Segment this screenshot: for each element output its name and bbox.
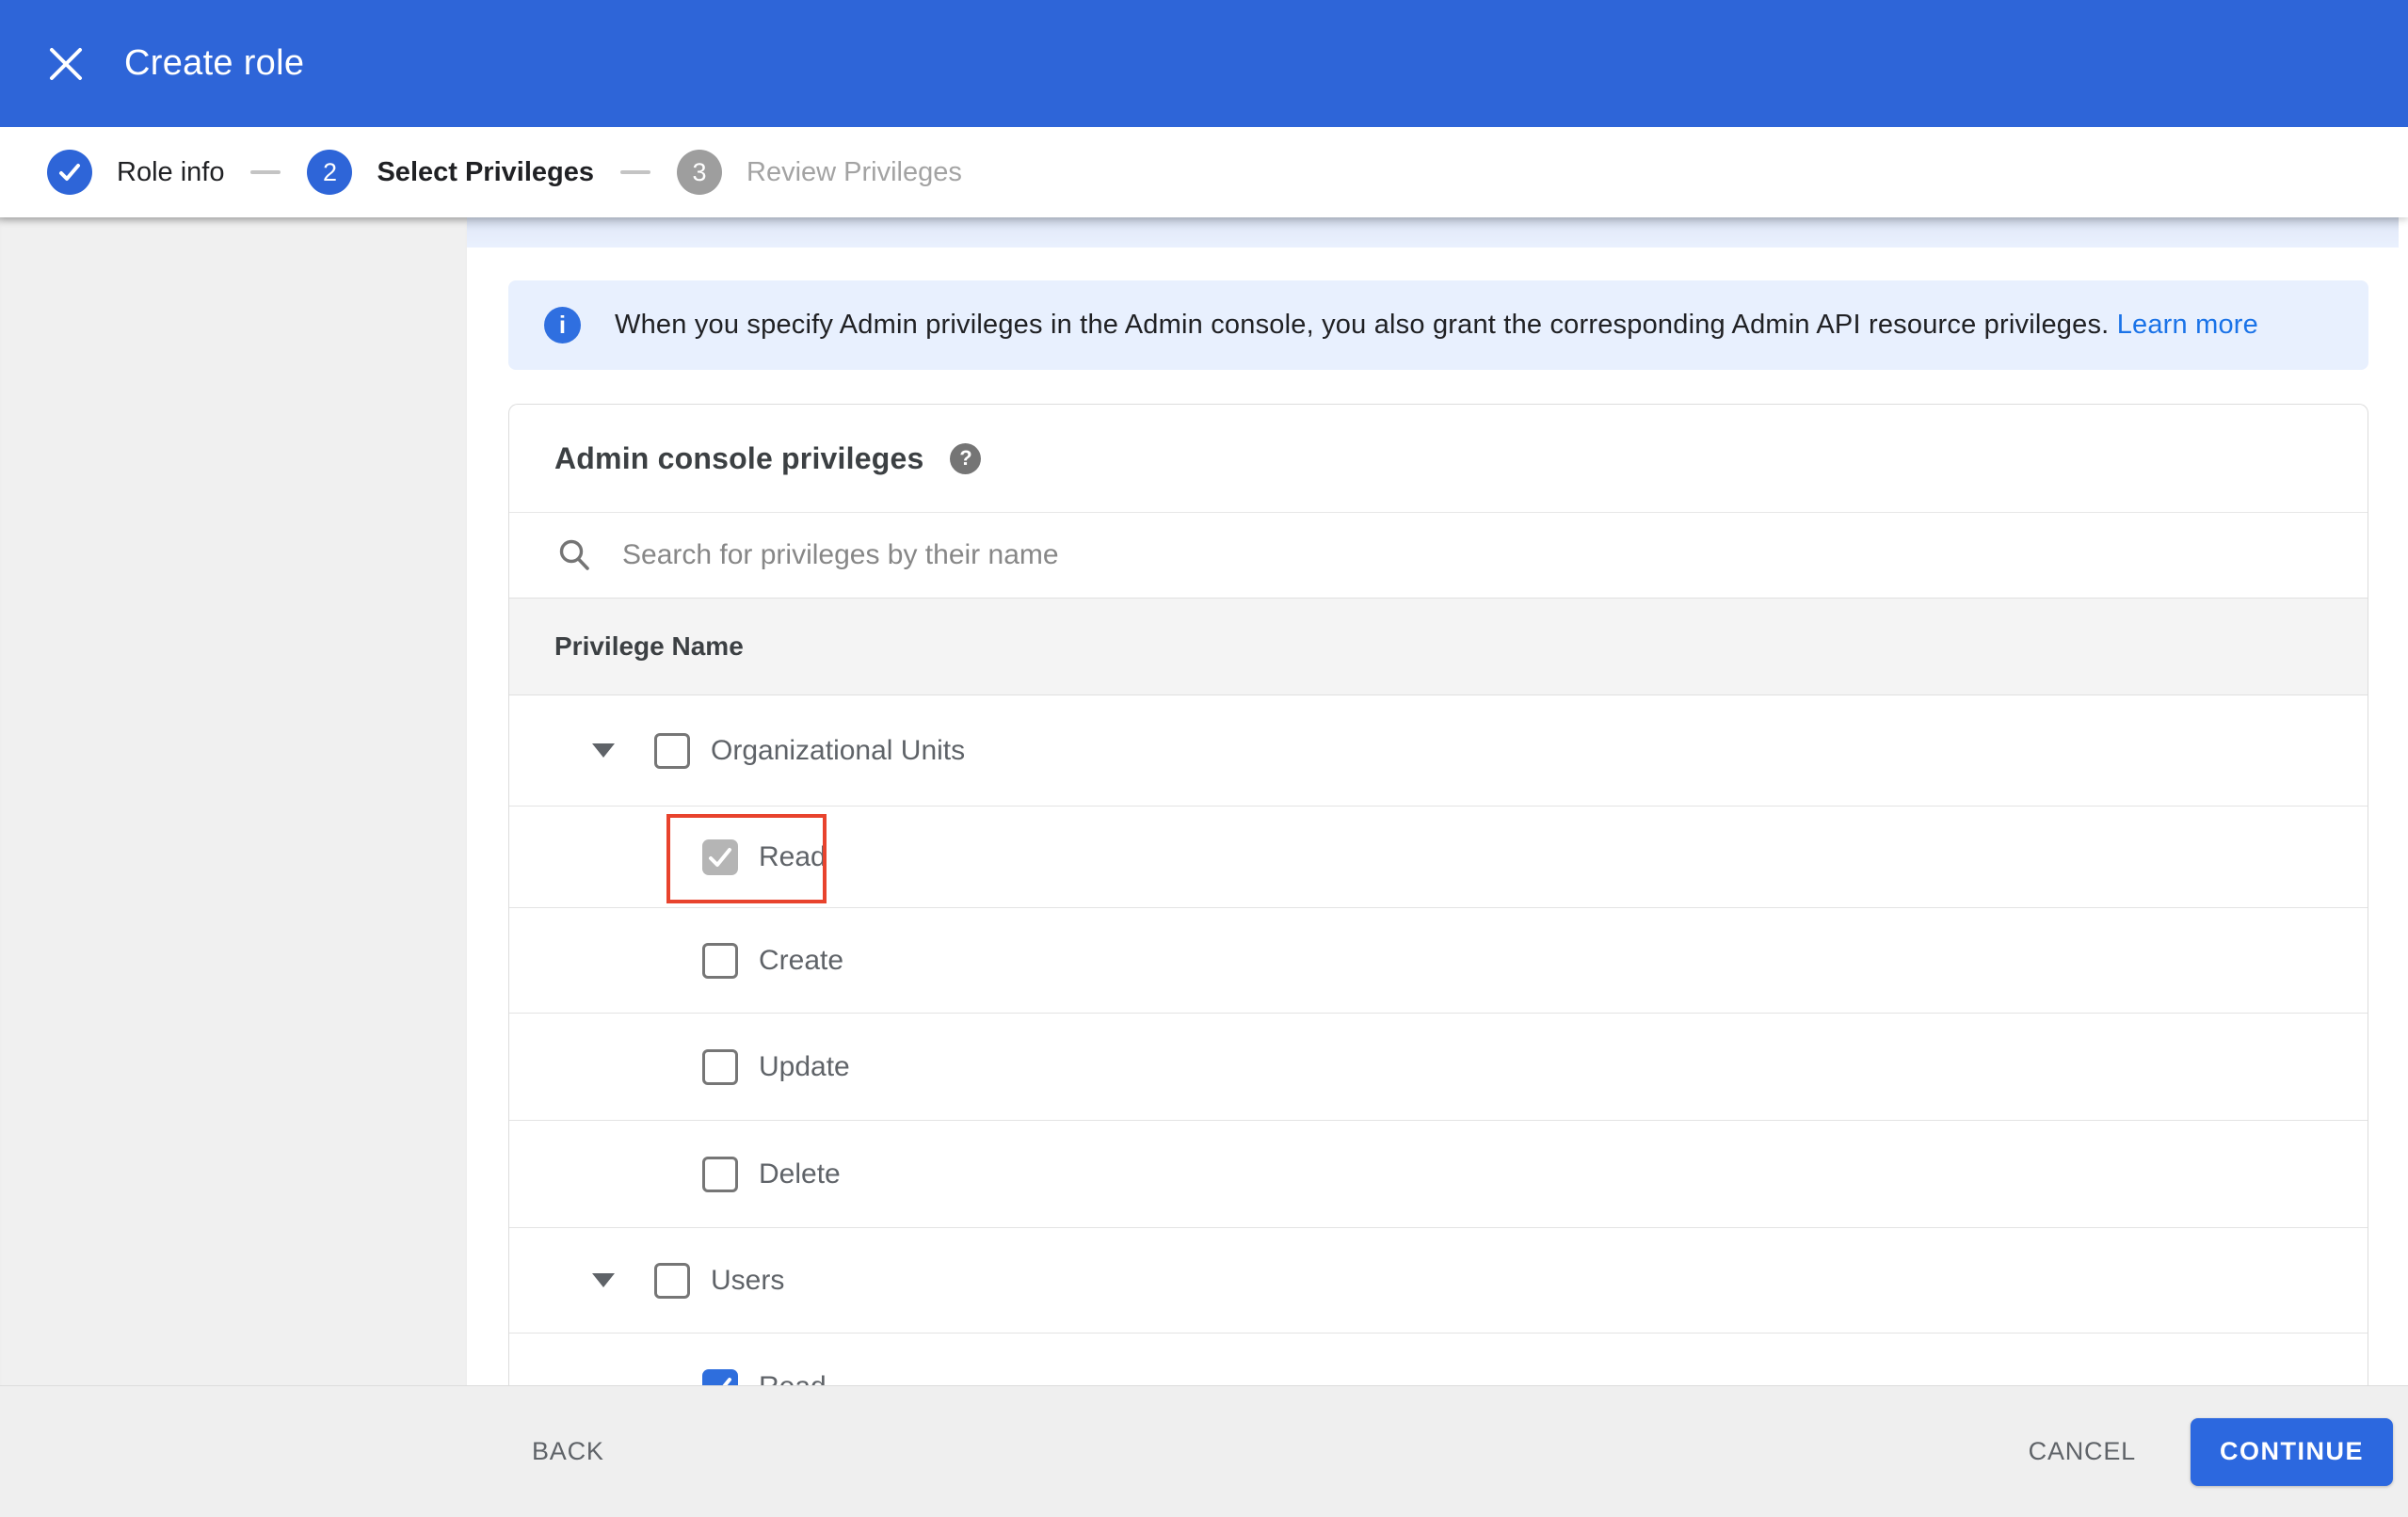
wizard-stepper: Role info 2 Select Privileges 3 Review P…	[0, 127, 2408, 217]
row-users: Users	[509, 1228, 2368, 1333]
step-number-circle: 3	[677, 150, 722, 195]
row-organizational-units: Organizational Units	[509, 695, 2368, 806]
privilege-rows: Organizational Units Read Create Update …	[509, 695, 2368, 1385]
collapse-arrow-icon[interactable]	[592, 743, 615, 758]
step-connector	[620, 170, 650, 174]
row-label: Create	[759, 944, 844, 976]
row-label: Read	[759, 840, 827, 872]
scroll-top-band	[467, 217, 2399, 248]
step-label: Review Privileges	[746, 156, 962, 187]
card-header: Admin console privileges ?	[509, 405, 2368, 512]
footer-bar: BACK CANCEL CONTINUE	[0, 1385, 2408, 1517]
row-users-read: Read	[509, 1333, 2368, 1385]
search-row	[509, 512, 2368, 598]
step-label: Select Privileges	[377, 156, 594, 187]
search-icon	[559, 539, 589, 570]
cancel-button[interactable]: CANCEL	[2029, 1437, 2136, 1466]
privileges-card: Admin console privileges ? Privilege Nam…	[508, 404, 2368, 1385]
check-icon	[709, 847, 731, 867]
row-label: Organizational Units	[711, 734, 966, 766]
checkbox-ou-update[interactable]	[702, 1048, 738, 1085]
app-bar: Create role	[0, 0, 2408, 127]
close-button[interactable]	[43, 41, 88, 87]
search-input[interactable]	[622, 527, 2368, 583]
check-icon	[59, 164, 80, 181]
row-label: Read	[759, 1371, 827, 1385]
left-panel	[0, 217, 467, 1385]
step-label: Role info	[117, 156, 225, 187]
step-role-info[interactable]: Role info	[47, 150, 224, 195]
step-done-circle	[47, 150, 92, 195]
info-banner: i When you specify Admin privileges in t…	[508, 280, 2368, 370]
row-ou-read: Read	[509, 806, 2368, 908]
card-title: Admin console privileges	[554, 440, 924, 475]
close-icon	[50, 47, 82, 80]
checkbox-users-read[interactable]	[702, 1369, 738, 1385]
checkbox-users[interactable]	[654, 1262, 690, 1299]
step-select-privileges[interactable]: 2 Select Privileges	[307, 150, 594, 195]
continue-button[interactable]: CONTINUE	[2191, 1417, 2393, 1486]
main-panel: i When you specify Admin privileges in t…	[467, 217, 2408, 1385]
help-icon[interactable]: ?	[950, 442, 982, 474]
row-label: Users	[711, 1264, 785, 1296]
info-banner-text: When you specify Admin privileges in the…	[615, 310, 2258, 341]
row-ou-delete: Delete	[509, 1121, 2368, 1228]
info-icon: i	[544, 307, 581, 343]
row-label: Delete	[759, 1158, 841, 1190]
row-ou-create: Create	[509, 908, 2368, 1014]
content-area: i When you specify Admin privileges in t…	[0, 217, 2408, 1385]
info-banner-message: When you specify Admin privileges in the…	[615, 310, 2110, 340]
checkbox-ou-create[interactable]	[702, 942, 738, 979]
step-connector	[250, 170, 281, 174]
row-label: Update	[759, 1050, 850, 1082]
learn-more-link[interactable]: Learn more	[2117, 310, 2258, 340]
privilege-name-header: Privilege Name	[554, 631, 744, 661]
checkbox-organizational-units[interactable]	[654, 732, 690, 769]
step-review-privileges[interactable]: 3 Review Privileges	[677, 150, 962, 195]
collapse-arrow-icon[interactable]	[592, 1273, 615, 1287]
checkbox-ou-delete[interactable]	[702, 1156, 738, 1192]
back-button[interactable]: BACK	[532, 1437, 604, 1466]
row-ou-update: Update	[509, 1014, 2368, 1121]
dialog-title: Create role	[124, 43, 305, 83]
table-header: Privilege Name	[509, 598, 2368, 695]
step-number-circle: 2	[307, 150, 353, 195]
check-icon	[722, 1378, 731, 1385]
create-role-dialog: Create role Role info 2 Select Privilege…	[0, 0, 2408, 1517]
checkbox-ou-read[interactable]	[702, 838, 738, 875]
